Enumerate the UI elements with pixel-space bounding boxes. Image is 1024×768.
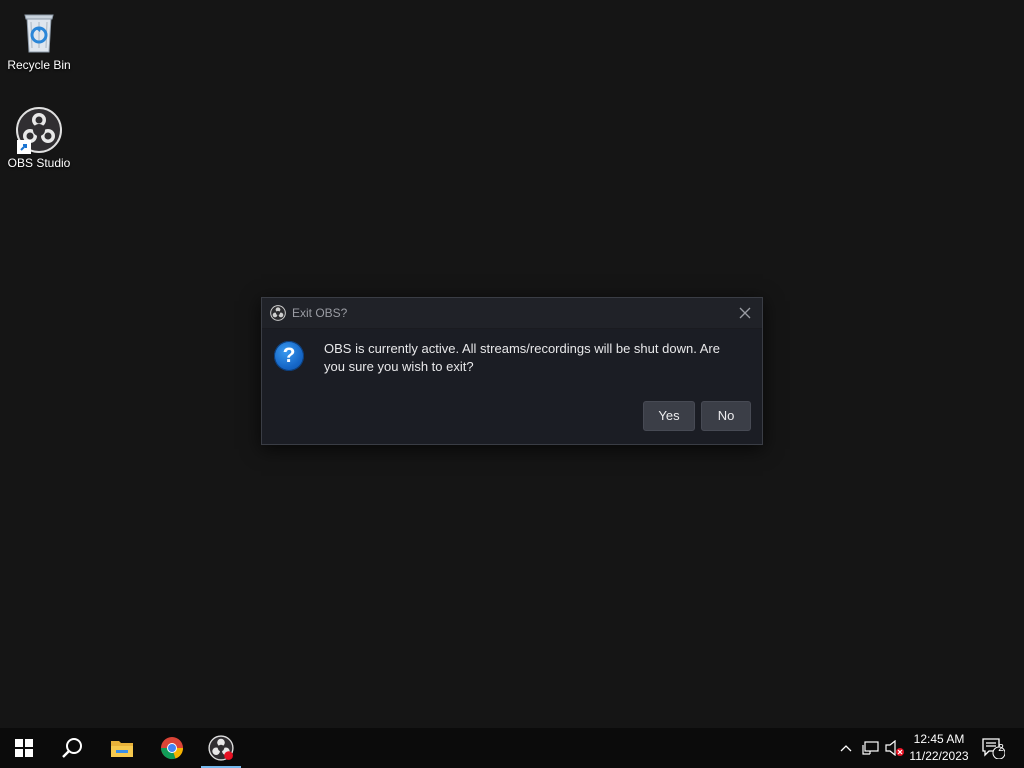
notification-center-button[interactable]: 2: [978, 728, 1008, 768]
obs-logo-icon: [270, 305, 286, 321]
dialog-message: OBS is currently active. All streams/rec…: [324, 341, 720, 374]
shortcut-arrow-icon: [17, 140, 31, 154]
yes-button[interactable]: Yes: [643, 401, 695, 431]
desktop: Recycle Bin OBS Studio Exit OBS? ? OBS i…: [0, 0, 1024, 728]
notification-count-badge: 2: [998, 743, 1004, 754]
chevron-up-icon: [840, 745, 852, 752]
obs-taskbar-button[interactable]: [197, 728, 245, 768]
file-explorer-button[interactable]: [98, 728, 146, 768]
question-icon: ?: [274, 341, 304, 371]
clock-date: 11/22/2023: [909, 749, 969, 763]
search-icon: [62, 738, 82, 758]
close-button[interactable]: [734, 302, 756, 324]
close-icon: [739, 307, 751, 319]
desktop-icon-label: Recycle Bin: [7, 58, 71, 72]
desktop-icon-obs-studio[interactable]: OBS Studio: [1, 106, 77, 170]
dialog-title: Exit OBS?: [292, 306, 348, 320]
desktop-icon-recycle-bin[interactable]: Recycle Bin: [1, 8, 77, 72]
dialog-body: ? OBS is currently active. All streams/r…: [262, 329, 762, 444]
recycle-bin-icon: [15, 8, 63, 56]
start-button[interactable]: [0, 728, 48, 768]
clock-time: 12:45 AM: [913, 732, 965, 746]
no-button[interactable]: No: [701, 401, 751, 431]
taskbar: 12:45 AM 11/22/2023 2: [0, 728, 1024, 768]
volume-button[interactable]: [884, 728, 906, 768]
desktop-icon-label: OBS Studio: [7, 156, 71, 170]
volume-muted-icon: [885, 740, 904, 756]
search-button[interactable]: [48, 728, 96, 768]
system-clock[interactable]: 12:45 AM 11/22/2023: [904, 731, 974, 765]
exit-obs-dialog: Exit OBS? ? OBS is currently active. All…: [261, 297, 763, 445]
network-button[interactable]: [860, 728, 882, 768]
chrome-icon: [161, 737, 184, 760]
obs-studio-icon: [15, 106, 63, 154]
obs-studio-icon: [208, 735, 234, 761]
dialog-titlebar[interactable]: Exit OBS?: [262, 298, 762, 329]
network-icon: [862, 741, 879, 755]
chrome-button[interactable]: [148, 728, 196, 768]
windows-start-icon: [15, 739, 33, 757]
show-hidden-icons-button[interactable]: [837, 728, 855, 768]
folder-icon: [111, 741, 133, 757]
